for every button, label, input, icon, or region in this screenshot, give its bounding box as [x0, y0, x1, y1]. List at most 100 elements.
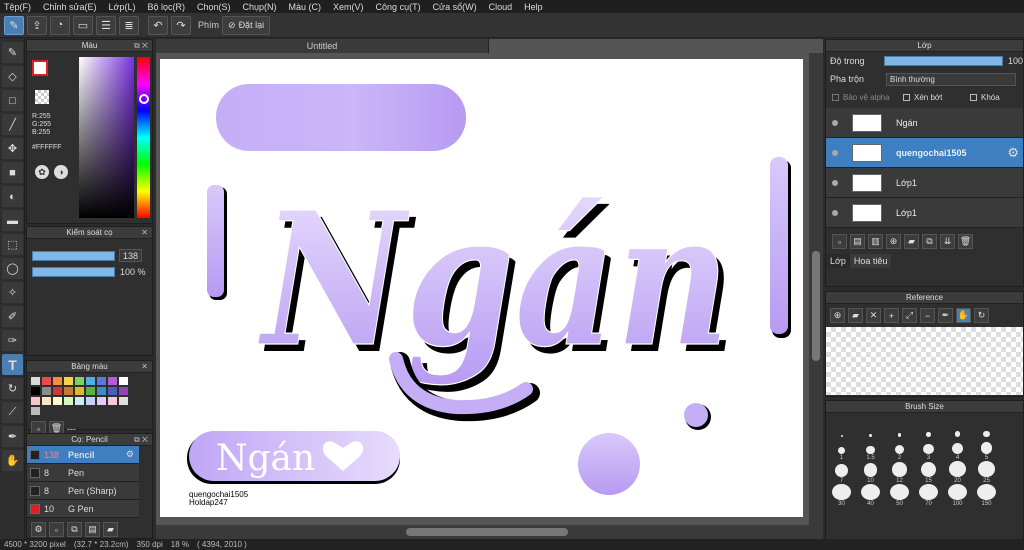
rect-select-icon[interactable]: □ [2, 90, 23, 111]
layer-visibility-icon[interactable] [832, 209, 838, 216]
menu-color[interactable]: Màu (C) [289, 2, 322, 12]
brush-size-cell[interactable]: 5 [972, 438, 1001, 461]
fill-rect-icon[interactable]: ■ [2, 162, 23, 183]
palette-swatch[interactable] [108, 397, 117, 405]
brush-size-cell[interactable] [943, 415, 972, 438]
palette-swatch[interactable] [119, 387, 128, 395]
brush-size-cell[interactable] [856, 415, 885, 438]
layer-row[interactable]: Lớp1 [826, 198, 1023, 228]
menu-layer[interactable]: Lớp(L) [109, 2, 136, 12]
brush-size-cell[interactable]: 100 [943, 484, 972, 507]
eraser-tool-icon[interactable]: ◇ [2, 66, 23, 87]
eyedropper-icon[interactable]: ✒ [2, 426, 23, 447]
select-pen-icon[interactable]: ✐ [2, 306, 23, 327]
palette-swatch[interactable] [31, 397, 40, 405]
palette-swatch[interactable] [42, 387, 51, 395]
reset-button[interactable]: ⊘ Đặt lại [222, 15, 271, 35]
menu-view[interactable]: Xem(V) [333, 2, 364, 12]
palette-swatch[interactable] [86, 377, 95, 385]
canvas-tab[interactable]: Untitled [156, 39, 489, 53]
comment-icon[interactable]: ▭ [73, 15, 93, 35]
size-slider[interactable] [32, 250, 115, 261]
palette-swatch[interactable] [42, 397, 51, 405]
panel-controls-icon[interactable]: ⧉ ✕ [134, 41, 148, 51]
opacity-slider[interactable] [32, 267, 115, 277]
palette-swatch[interactable] [64, 387, 73, 395]
sv-square[interactable] [79, 57, 134, 218]
merge-layer-icon[interactable]: ⇊ [940, 234, 955, 249]
redo-icon[interactable]: ↷ [171, 15, 191, 35]
new-halftone-layer-icon[interactable]: ▤ [850, 234, 865, 249]
brush-size-cell[interactable]: 50 [885, 484, 914, 507]
brush-size-cell[interactable]: 40 [856, 484, 885, 507]
vertical-scrollbar[interactable] [809, 53, 823, 525]
horizontal-scroll-thumb[interactable] [406, 528, 568, 536]
brush-size-cell[interactable]: 1.5 [856, 438, 885, 461]
palette-swatch[interactable] [75, 397, 84, 405]
menu-window[interactable]: Cửa sổ(W) [433, 2, 477, 12]
brush-gear-icon[interactable]: ⚙ [126, 449, 134, 460]
lasso-icon[interactable]: ◯ [2, 258, 23, 279]
reference-view[interactable] [826, 327, 1023, 395]
palette-swatch[interactable] [42, 377, 51, 385]
brush-size-cell[interactable]: 20 [943, 461, 972, 484]
brush-folder-icon[interactable]: ▰ [103, 522, 118, 537]
operation-icon[interactable]: ↻ [2, 378, 23, 399]
brush-size-cell[interactable]: 12 [885, 461, 914, 484]
clipping-checkbox[interactable] [903, 93, 910, 101]
duplicate-layer-icon[interactable]: ⧉ [922, 234, 937, 249]
palette-swatch[interactable] [108, 387, 117, 395]
brush-size-cell[interactable]: 70 [914, 484, 943, 507]
brush-size-cell[interactable] [914, 415, 943, 438]
brush-item[interactable]: 8 Pen [27, 464, 139, 482]
tab-navigator[interactable]: Hoa tiêu [849, 254, 892, 268]
line-tool-icon[interactable]: ╱ [2, 114, 23, 135]
layer-visibility-icon[interactable] [832, 119, 838, 126]
brush-size-cell[interactable]: 15 [914, 461, 943, 484]
list-icon[interactable]: ☰ [96, 15, 116, 35]
brush-size-cell[interactable]: 30 [827, 484, 856, 507]
color-mix-icon[interactable]: ◑ [54, 165, 68, 179]
brush-settings-icon[interactable]: ⚙ [31, 522, 46, 537]
ref-close-icon[interactable]: ✕ [866, 308, 881, 323]
new-folder-icon[interactable]: ▰ [904, 234, 919, 249]
brush-copy-icon[interactable]: ⧉ [67, 522, 82, 537]
ref-rotate-icon[interactable]: ↻ [974, 308, 989, 323]
select-eraser-icon[interactable]: ✑ [2, 330, 23, 351]
layer-settings-icon[interactable]: ⚙ [1007, 145, 1019, 161]
palette-swatch[interactable] [97, 397, 106, 405]
ref-open-icon[interactable]: ⊕ [830, 308, 845, 323]
menu-cloud[interactable]: Cloud [489, 2, 513, 12]
text-tool-icon[interactable]: T [2, 354, 23, 375]
layer-visibility-icon[interactable] [832, 149, 838, 156]
brush-size-cell[interactable]: 25 [972, 461, 1001, 484]
menu-select[interactable]: Chọn(S) [197, 2, 231, 12]
brush-item[interactable]: 138 Pencil ⚙ [27, 446, 139, 464]
pen-mode-icon[interactable]: ✎ [4, 15, 24, 35]
bucket-icon[interactable]: ◐ [2, 186, 23, 207]
gradient-icon[interactable]: ▬ [2, 210, 23, 231]
menu-tools[interactable]: Công cụ(T) [376, 2, 421, 12]
ref-hand-icon[interactable]: ✋ [956, 308, 971, 323]
ref-folder-icon[interactable]: ▰ [848, 308, 863, 323]
color-wheel-icon[interactable]: ✿ [35, 165, 49, 179]
brush-tool-icon[interactable]: ✎ [2, 42, 23, 63]
size-value[interactable]: 138 [119, 249, 143, 262]
tab-layers[interactable]: Lớp [826, 254, 850, 268]
palette-swatch[interactable] [108, 377, 117, 385]
brush-size-cell[interactable] [885, 415, 914, 438]
brush-list-close-icon[interactable]: ⧉ ✕ [134, 435, 148, 445]
blend-select[interactable]: Bình thường [886, 72, 1016, 86]
lock-checkbox[interactable] [970, 93, 977, 101]
palette-swatch[interactable] [75, 377, 84, 385]
new-layer-menu-icon[interactable]: ⊕ [886, 234, 901, 249]
move-tool-icon[interactable]: ✥ [2, 138, 23, 159]
palette-swatch[interactable] [119, 397, 128, 405]
magic-wand-icon[interactable]: ✧ [2, 282, 23, 303]
brush-item[interactable]: 10 G Pen [27, 500, 139, 518]
palette-swatch[interactable] [75, 387, 84, 395]
drawing-canvas[interactable]: Ngán Ngán Ngán quengochai1505 Holdap247 [160, 59, 803, 517]
hand-icon[interactable]: ✋ [2, 450, 23, 471]
brush-new-icon[interactable]: ▫ [49, 522, 64, 537]
palette-swatch[interactable] [97, 377, 106, 385]
